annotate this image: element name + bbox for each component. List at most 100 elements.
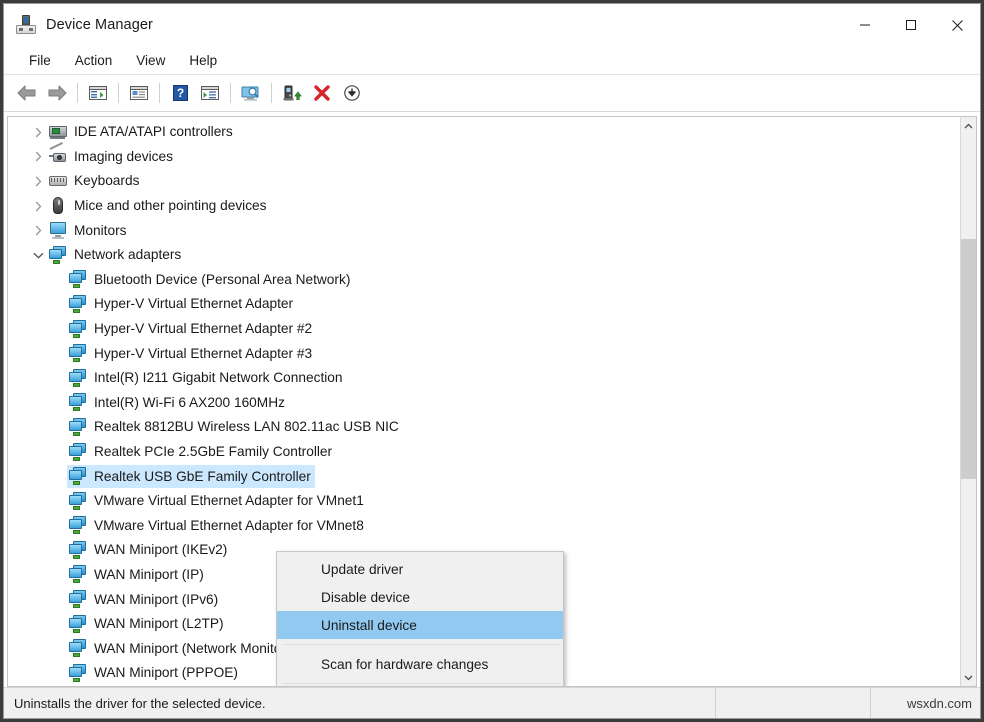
network-adapter-icon: [69, 467, 87, 485]
network-adapter-icon: [69, 492, 87, 510]
menu-action[interactable]: Action: [64, 50, 124, 71]
show-hide-console-tree-button[interactable]: [84, 79, 112, 107]
vertical-scrollbar[interactable]: [960, 116, 977, 687]
close-button[interactable]: [934, 4, 980, 46]
device-manager-icon: [16, 15, 36, 35]
tree-row-label: Hyper-V Virtual Ethernet Adapter #2: [94, 321, 312, 336]
network-adapter-icon: [49, 246, 67, 264]
tree-row[interactable]: VMware Virtual Ethernet Adapter for VMne…: [8, 489, 960, 514]
expand-arrow-icon[interactable]: [29, 120, 47, 144]
network-adapter-icon: [69, 443, 87, 461]
tree-row-label: Hyper-V Virtual Ethernet Adapter: [94, 296, 293, 311]
content-area: IDE ATA/ATAPI controllersImaging devices…: [4, 112, 980, 687]
expand-arrow-icon[interactable]: [29, 194, 47, 218]
tree-row[interactable]: Hyper-V Virtual Ethernet Adapter #3: [8, 341, 960, 366]
network-adapter-icon: [69, 565, 87, 583]
properties-button[interactable]: [125, 79, 153, 107]
tree-row[interactable]: Realtek 8812BU Wireless LAN 802.11ac USB…: [8, 415, 960, 440]
help-icon: ?: [172, 84, 189, 102]
tree-row-label: Keyboards: [74, 173, 139, 188]
network-adapter-icon: [69, 295, 87, 313]
tree-row-label: Bluetooth Device (Personal Area Network): [94, 272, 350, 287]
tree-row[interactable]: IDE ATA/ATAPI controllers: [8, 120, 960, 145]
network-adapter-icon: [69, 590, 87, 608]
show-hide-action-pane-icon: [200, 84, 220, 102]
toolbar-separator: [159, 83, 160, 103]
tree-row-label: WAN Miniport (Network Monitor): [94, 641, 290, 656]
uninstall-device-icon: [313, 84, 331, 102]
tree-row-label: Monitors: [74, 223, 126, 238]
status-bar: Uninstalls the driver for the selected d…: [4, 687, 980, 718]
network-adapter-icon: [69, 418, 87, 436]
expand-arrow-icon[interactable]: [29, 219, 47, 243]
forward-button[interactable]: [43, 79, 71, 107]
menu-view[interactable]: View: [125, 50, 176, 71]
close-icon: [951, 19, 964, 32]
window-title: Device Manager: [46, 17, 153, 33]
help-button[interactable]: ?: [166, 79, 194, 107]
tree-row[interactable]: Realtek USB GbE Family Controller: [8, 464, 960, 489]
chevron-down-icon: [964, 675, 973, 681]
tree-row-label: Realtek 8812BU Wireless LAN 802.11ac USB…: [94, 419, 399, 434]
scrollbar-thumb[interactable]: [961, 239, 976, 479]
tree-row[interactable]: Hyper-V Virtual Ethernet Adapter #2: [8, 317, 960, 342]
mouse-icon: [49, 197, 67, 215]
toolbar-separator: [77, 83, 78, 103]
tree-row-label: WAN Miniport (IP): [94, 567, 204, 582]
back-icon: [16, 84, 38, 102]
menu-help[interactable]: Help: [178, 50, 228, 71]
disable-device-icon: [343, 84, 361, 102]
scroll-down-button[interactable]: [961, 669, 976, 686]
tree-row[interactable]: Hyper-V Virtual Ethernet Adapter: [8, 292, 960, 317]
network-adapter-icon: [69, 320, 87, 338]
tree-row[interactable]: Intel(R) I211 Gigabit Network Connection: [8, 366, 960, 391]
context-menu-item-scan-for-hardware-changes[interactable]: Scan for hardware changes: [277, 650, 563, 678]
tree-row-label: WAN Miniport (L2TP): [94, 616, 224, 631]
uninstall-device-button[interactable]: [308, 79, 336, 107]
disable-device-button[interactable]: [338, 79, 366, 107]
tree-row[interactable]: Imaging devices: [8, 145, 960, 170]
network-adapter-icon: [69, 270, 87, 288]
network-adapter-icon: [69, 541, 87, 559]
network-adapter-icon: [69, 516, 87, 534]
tree-row[interactable]: Intel(R) Wi-Fi 6 AX200 160MHz: [8, 391, 960, 416]
context-menu[interactable]: Update driverDisable deviceUninstall dev…: [276, 551, 564, 687]
maximize-button[interactable]: [888, 4, 934, 46]
scroll-up-button[interactable]: [961, 117, 976, 134]
tree-row-label: Intel(R) Wi-Fi 6 AX200 160MHz: [94, 395, 285, 410]
device-manager-window: Device Manager File Action V: [3, 3, 981, 719]
tree-row[interactable]: Mice and other pointing devices: [8, 194, 960, 219]
expand-arrow-icon[interactable]: [29, 169, 47, 193]
show-hide-action-pane-button[interactable]: [196, 79, 224, 107]
context-menu-item-update-driver[interactable]: Update driver: [277, 555, 563, 583]
imaging-device-icon: [49, 147, 67, 165]
tree-row[interactable]: Network adapters: [8, 243, 960, 268]
context-menu-separator: [283, 683, 561, 684]
collapse-arrow-icon[interactable]: [29, 243, 47, 267]
context-menu-item-uninstall-device[interactable]: Uninstall device: [277, 611, 563, 639]
expand-arrow-icon[interactable]: [29, 145, 47, 169]
tree-row[interactable]: Keyboards: [8, 169, 960, 194]
chevron-up-icon: [964, 123, 973, 129]
status-panel-2: [716, 688, 871, 718]
device-tree-panel[interactable]: IDE ATA/ATAPI controllersImaging devices…: [7, 116, 960, 687]
tree-row[interactable]: Realtek PCIe 2.5GbE Family Controller: [8, 440, 960, 465]
network-adapter-icon: [69, 664, 87, 682]
context-menu-separator: [283, 644, 561, 645]
forward-icon: [46, 84, 68, 102]
context-menu-item-disable-device[interactable]: Disable device: [277, 583, 563, 611]
tree-row[interactable]: Monitors: [8, 218, 960, 243]
tree-row-label: WAN Miniport (IPv6): [94, 592, 218, 607]
tree-row[interactable]: VMware Virtual Ethernet Adapter for VMne…: [8, 514, 960, 539]
minimize-button[interactable]: [842, 4, 888, 46]
back-button[interactable]: [13, 79, 41, 107]
menu-file[interactable]: File: [18, 50, 62, 71]
status-message: Uninstalls the driver for the selected d…: [4, 688, 716, 718]
window-controls: [842, 4, 980, 46]
tree-row[interactable]: Bluetooth Device (Personal Area Network): [8, 268, 960, 293]
minimize-icon: [859, 19, 871, 31]
menu-bar: File Action View Help: [4, 46, 980, 75]
update-driver-button[interactable]: [278, 79, 306, 107]
toolbar: ?: [4, 75, 980, 112]
scan-for-hardware-changes-button[interactable]: [237, 79, 265, 107]
